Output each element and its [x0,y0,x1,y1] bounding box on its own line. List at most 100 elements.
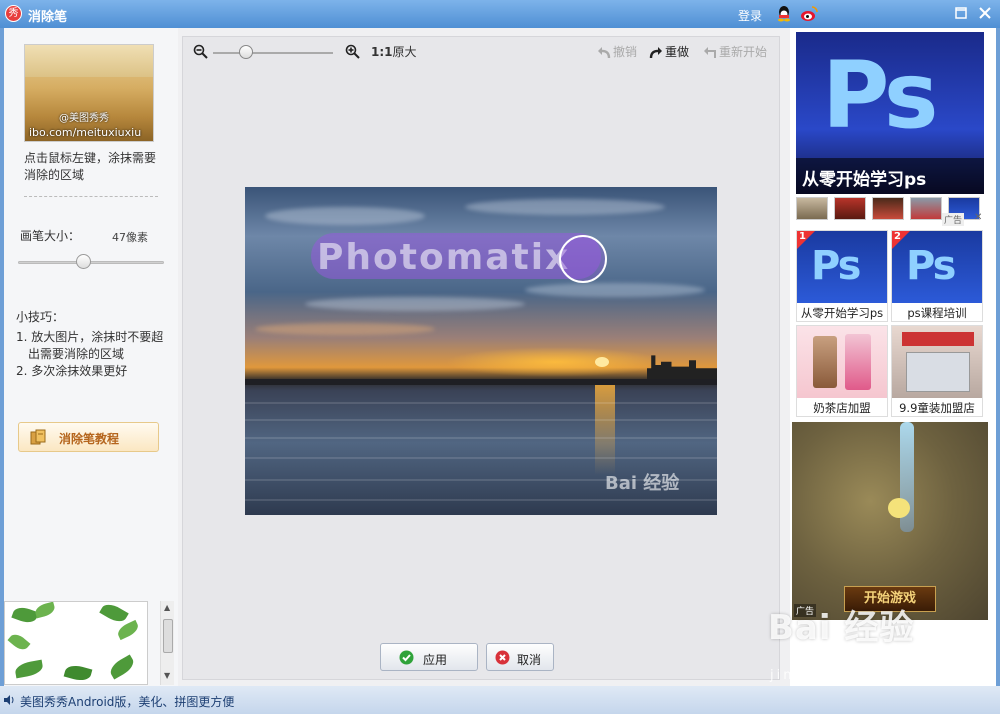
rank-number: 1 [799,231,806,242]
weibo-icon[interactable] [800,5,818,22]
eraser-tutorial-button[interactable]: 消除笔教程 [18,422,159,452]
redo-icon [649,47,662,59]
photo-overlay-text: Photomatix [317,237,571,278]
leaf-decoration [33,602,57,619]
ad-tile-label: 9.9童装加盟店 [899,401,975,415]
material-scrollbar[interactable]: ▲ ▼ [160,601,174,685]
undo-icon [598,47,611,59]
brush-cursor[interactable] [559,235,607,283]
leaf-decoration [99,602,129,626]
toolbar: 1:1原大 撤销 重做 重新开始 [183,37,779,65]
material-thumbnail[interactable] [4,601,148,685]
close-button[interactable] [978,6,992,20]
ad-tile[interactable]: 9.9童装加盟店 [891,325,983,417]
leaf-decoration [107,654,137,680]
ad-tile[interactable]: Ps 2 ps课程培训 [891,230,983,322]
thumbnail-sky [25,45,153,77]
game-ad[interactable]: 开始游戏 广告 [792,422,988,620]
undo-label: 撤销 [613,45,638,59]
cancel-button-label: 取消 [517,653,542,667]
wave [245,499,717,501]
photo-watermark: Bai 经验 [605,473,680,494]
instruction-text: 点击鼠标左键，涂抹需要消除的区域 [24,151,157,182]
milk-tea-cup [845,334,871,390]
preview-thumbnail: @美图秀秀 ibo.com/meituxiuxiu [24,44,154,142]
ad-tile[interactable]: 奶茶店加盟 [796,325,888,417]
ad-tile-label: 奶茶店加盟 [813,401,871,415]
wave [245,437,717,439]
book-icon [30,429,46,445]
thumbnail-watermark-handle: @美图秀秀 [59,113,109,124]
cloud [255,323,435,335]
leaf-decoration [115,619,141,641]
cancel-button[interactable]: 取消 [486,643,554,671]
ad-thumbnail[interactable] [910,197,942,220]
watermark-url: jingyan.baidu.com [770,668,941,683]
status-bar: 美图秀秀Android版，美化、拼图更方便 [0,686,1000,714]
brush-size-slider-thumb[interactable] [76,254,91,269]
apply-button[interactable]: 应用 [380,643,478,671]
restart-button[interactable]: 重新开始 [703,43,767,60]
window-title: 消除笔 [28,10,68,25]
zoom-slider-thumb[interactable] [239,45,253,59]
ps-logo: Ps [811,243,861,289]
divider [24,196,158,197]
title-bar: 秀 消除笔 登录 [0,0,1000,28]
ps-course-banner-ad[interactable]: Ps 从零开始学习ps [796,32,984,194]
cancel-icon [495,650,510,665]
ad-tile-image [892,326,982,398]
brush-size-slider-track[interactable] [18,261,164,264]
ad-thumbnail[interactable] [834,197,866,220]
qq-icon[interactable] [776,5,792,22]
leaf-decoration [11,604,39,626]
sun-reflection [595,385,615,475]
wave [245,402,717,404]
status-text[interactable]: 美图秀秀Android版，美化、拼图更方便 [20,693,234,710]
speaker-icon [4,695,14,705]
cloud [465,199,665,215]
zoom-slider-track[interactable] [213,52,333,54]
actual-size-label: 原大 [392,45,417,59]
actual-size-ratio: 1:1 [371,45,393,59]
brush-size-value: 47像素 [112,231,148,244]
check-icon [399,650,414,665]
sunset-glow [445,347,665,377]
scroll-up-arrow[interactable]: ▲ [164,603,170,612]
ad-close-icon[interactable]: ✕ [974,212,982,223]
actual-size-button[interactable]: 1:1原大 [371,43,417,60]
thumbnail-watermark-url: ibo.com/meituxiuxiu [29,126,142,139]
cloud [265,207,425,225]
ad-tile-label: ps课程培训 [907,306,967,320]
ad-thumbnail[interactable] [872,197,904,220]
game-character [888,498,910,518]
workspace: 1:1原大 撤销 重做 重新开始 Photomatix Bai 经验 应用 取消 [178,28,790,686]
apply-button-label: 应用 [423,653,448,667]
ad-tile-image [797,326,887,398]
leaf-decoration [63,662,93,684]
horizon [245,379,717,385]
tip-item: 2. 多次涂抹效果更好 [16,364,128,378]
scrollbar-handle[interactable] [163,619,173,653]
restart-icon [704,47,716,58]
scroll-down-arrow[interactable]: ▼ [164,671,170,680]
tip-item: 1. 放大图片，涂抹时不要超出需要消除的区域 [16,330,164,361]
maximize-button[interactable] [954,6,968,20]
tutorial-button-label: 消除笔教程 [59,432,120,446]
ad-label: 广告 [942,213,965,226]
editing-photo[interactable]: Photomatix Bai 经验 [245,187,717,515]
milk-tea-cup [813,336,837,388]
ad-tile-image: Ps 2 [892,231,982,303]
login-link[interactable]: 登录 [738,7,762,24]
ad-tile[interactable]: Ps 1 从零开始学习ps [796,230,888,322]
baidu-jingyan-watermark: Bai 经验 [768,608,915,648]
shop-front [906,352,970,392]
zoom-out-icon[interactable] [193,44,208,59]
zoom-in-icon[interactable] [345,44,360,59]
leaf-decoration [13,659,45,679]
redo-button[interactable]: 重做 [649,43,689,60]
ad-thumbnail[interactable] [796,197,828,220]
shop-sign [902,332,974,346]
undo-button[interactable]: 撤销 [597,43,637,60]
tips-title: 小技巧： [16,310,65,324]
wave [245,457,717,459]
